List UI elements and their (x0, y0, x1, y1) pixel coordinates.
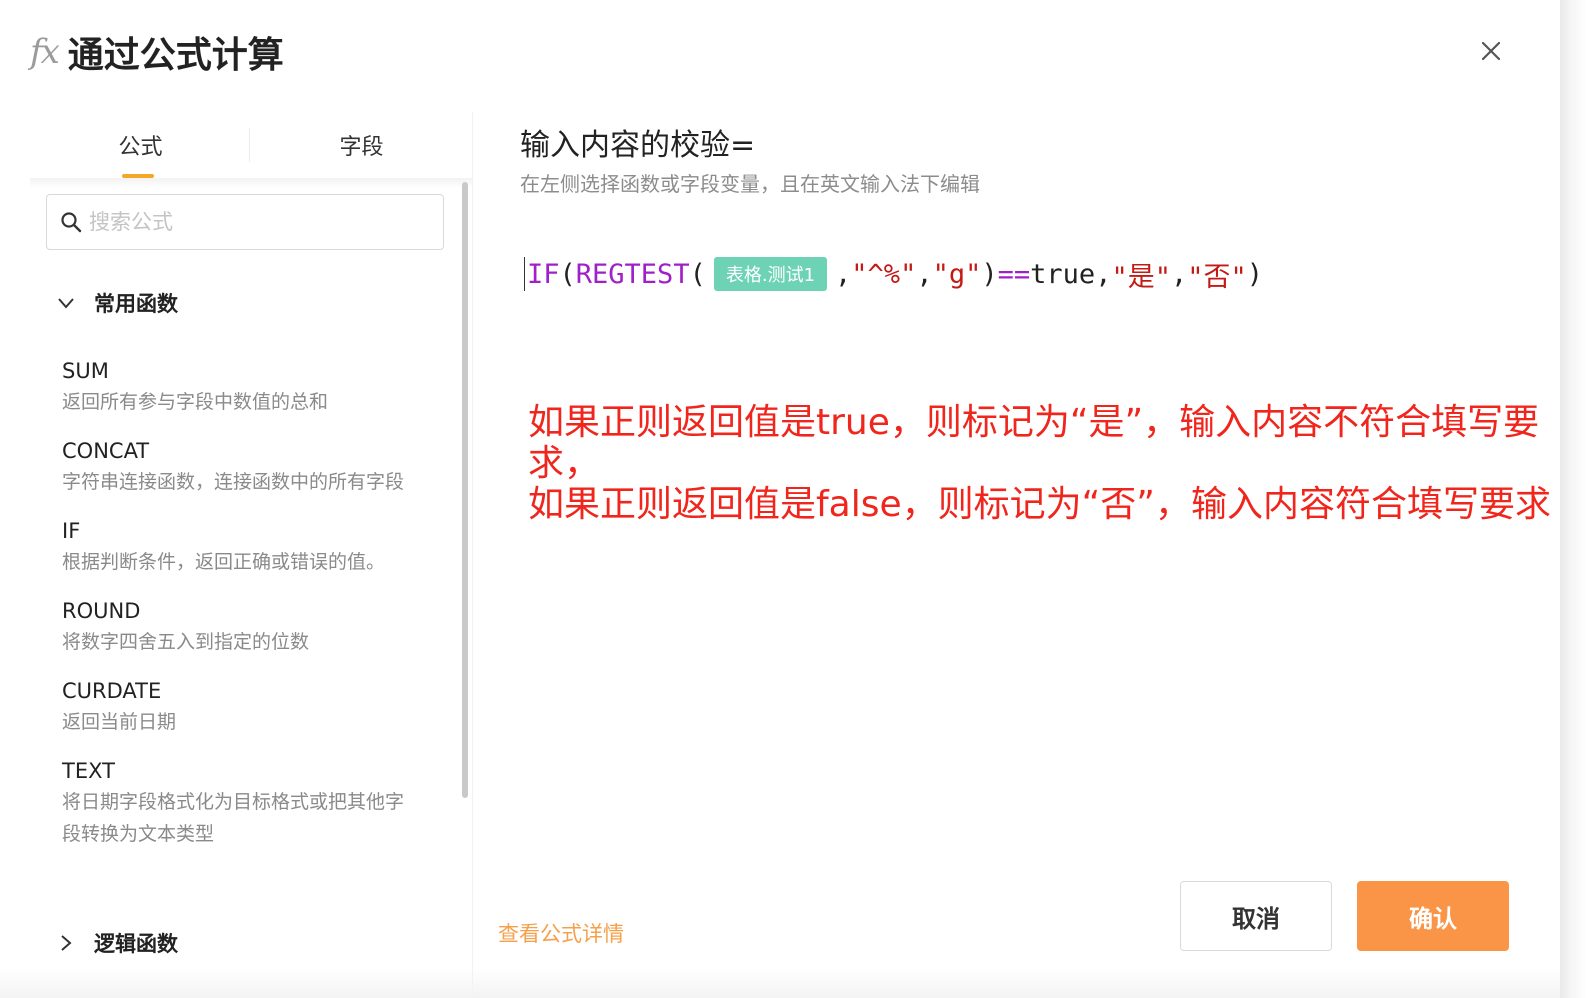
function-name: ROUND (62, 599, 141, 623)
function-item-round[interactable]: ROUND 将数字四舍五入到指定的位数 (62, 596, 422, 658)
function-desc: 根据判断条件，返回正确或错误的值。 (62, 551, 386, 573)
formula-hint: 在左侧选择函数或字段变量，且在英文输入法下编辑 (520, 172, 980, 196)
search-icon (61, 212, 82, 233)
panel-tabs: 公式 字段 (30, 112, 472, 178)
token-paren: ) (981, 258, 998, 290)
function-name: CONCAT (62, 439, 150, 463)
token-comma: , (916, 258, 933, 290)
close-button[interactable] (1474, 34, 1508, 68)
search-input[interactable] (89, 210, 409, 234)
token-string-no: "否" (1187, 261, 1247, 293)
tab-fields[interactable]: 字段 (251, 112, 472, 178)
bottom-fade (0, 968, 1560, 998)
dialog-title: 通过公式计算 (67, 35, 284, 76)
function-name: IF (62, 519, 81, 543)
function-item-if[interactable]: IF 根据判断条件，返回正确或错误的值。 (62, 516, 422, 578)
text-cursor (524, 257, 525, 291)
token-comma: , (1170, 258, 1188, 290)
annotation-note: 如果正则返回值是true，则标记为“是”，输入内容不符合填写要求， 如果正则返回… (528, 402, 1562, 525)
close-icon (1481, 41, 1501, 61)
function-name: TEXT (62, 759, 115, 783)
token-comma: , (1095, 258, 1112, 290)
confirm-button[interactable]: 确认 (1357, 881, 1509, 951)
token-function-if: IF (527, 258, 560, 290)
token-string-pattern: "^%" (851, 258, 917, 290)
formula-title: 输入内容的校验= (520, 128, 756, 163)
search-box[interactable] (46, 194, 444, 250)
tab-divider (249, 128, 250, 162)
cancel-button[interactable]: 取消 (1180, 881, 1332, 951)
function-list-scrollbar[interactable] (462, 182, 468, 798)
fx-icon: fx (30, 32, 60, 72)
formula-dialog: fx 通过公式计算 公式 字段 常用函数 (0, 0, 1568, 998)
token-string-flag: "g" (932, 258, 982, 290)
chevron-right-icon (61, 935, 72, 951)
annotation-line-true: 如果正则返回值是true，则标记为“是”，输入内容不符合填写要求， (528, 402, 1540, 484)
group-title-common: 常用函数 (94, 292, 178, 316)
function-panel: 公式 字段 常用函数 SUM 返回所有参与字段中数值的总和 CONCAT (30, 112, 472, 998)
annotation-line-false: 如果正则返回值是false，则标记为“否”，输入内容符合填写要求 (528, 484, 1551, 525)
function-item-concat[interactable]: CONCAT 字符串连接函数，连接函数中的所有字段 (62, 436, 422, 498)
dialog-edge-shadow (1560, 0, 1588, 998)
function-desc: 将数字四舍五入到指定的位数 (62, 631, 310, 653)
group-logic-functions[interactable]: 逻辑函数 (56, 928, 178, 958)
token-keyword-true: true (1030, 258, 1096, 290)
token-comma: , (835, 258, 852, 290)
function-item-text[interactable]: TEXT 将日期字段格式化为目标格式或把其他字段转换为文本类型 (62, 756, 422, 850)
function-item-curdate[interactable]: CURDATE 返回当前日期 (62, 676, 422, 738)
token-paren: ( (689, 258, 706, 290)
function-list: SUM 返回所有参与字段中数值的总和 CONCAT 字符串连接函数，连接函数中的… (62, 356, 422, 868)
token-paren: ( (559, 258, 576, 290)
group-common-functions[interactable]: 常用函数 (56, 288, 178, 318)
token-paren: ) (1246, 258, 1264, 290)
token-function-regtest: REGTEST (575, 258, 690, 290)
function-desc: 返回所有参与字段中数值的总和 (62, 391, 329, 413)
token-operator-equals: == (997, 258, 1031, 290)
tabs-shadow (30, 178, 472, 188)
panel-divider (472, 112, 473, 998)
field-tag[interactable]: 表格.测试1 (713, 257, 828, 291)
view-formula-details-link[interactable]: 查看公式详情 (498, 918, 624, 948)
function-desc: 将日期字段格式化为目标格式或把其他字段转换为文本类型 (62, 791, 405, 845)
token-string-yes: "是" (1111, 261, 1171, 293)
function-desc: 字符串连接函数，连接函数中的所有字段 (62, 471, 405, 493)
chevron-down-icon (58, 298, 74, 309)
tab-formula[interactable]: 公式 (30, 112, 251, 178)
function-name: CURDATE (62, 679, 162, 703)
function-name: SUM (62, 359, 109, 383)
formula-editor[interactable]: IF ( REGTEST ( 表格.测试1 , "^%" , "g" ) == … (524, 252, 1263, 296)
function-desc: 返回当前日期 (62, 711, 177, 733)
dialog-header: fx 通过公式计算 (30, 26, 284, 78)
group-title-logic: 逻辑函数 (94, 932, 178, 956)
function-item-sum[interactable]: SUM 返回所有参与字段中数值的总和 (62, 356, 422, 418)
